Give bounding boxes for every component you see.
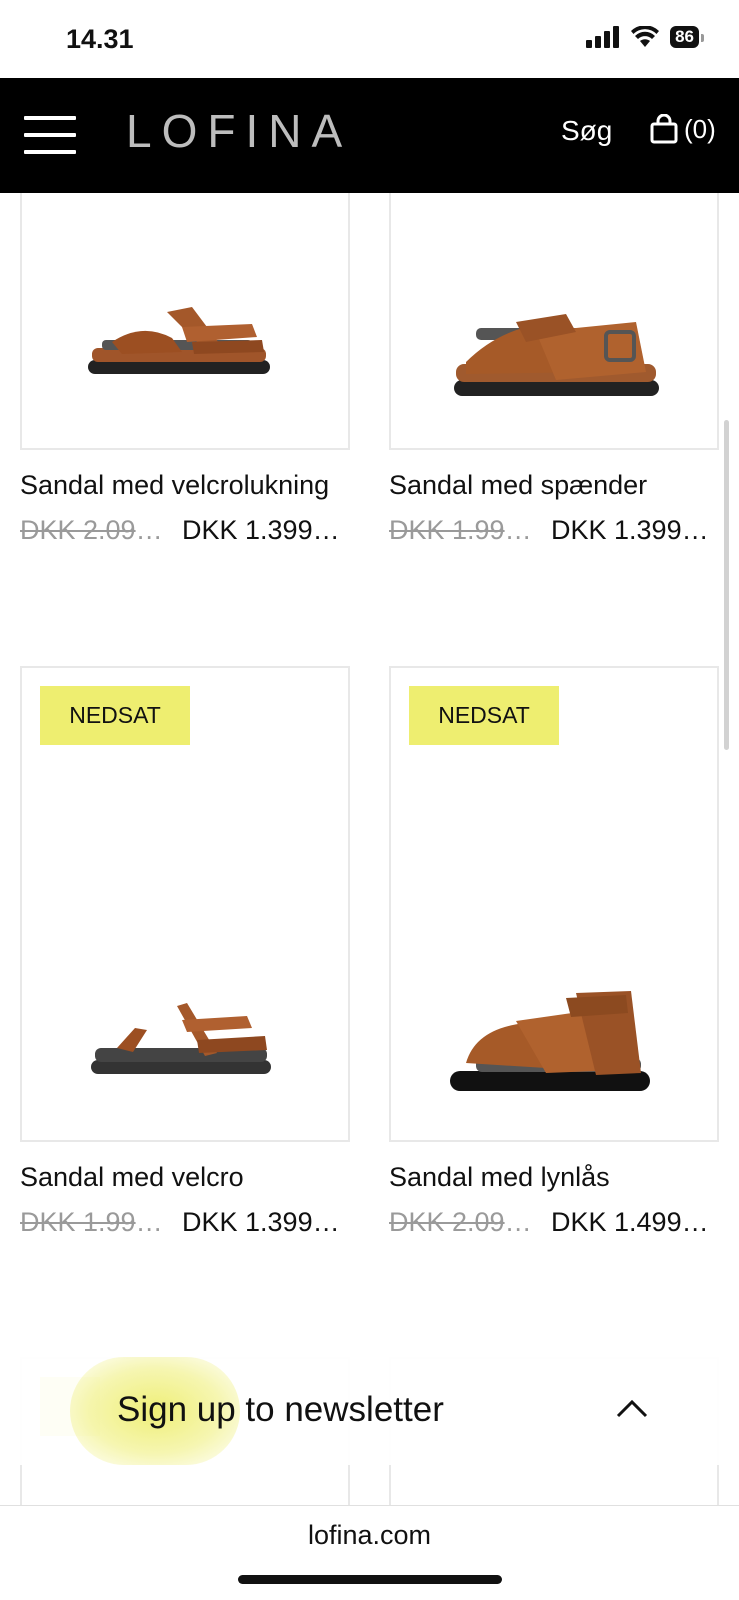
product-title[interactable]: Sandal med velcro	[20, 1162, 350, 1193]
product-card[interactable]: NEDSAT Sandal med lynlås DKK 2.099,00 DK…	[389, 666, 719, 1238]
cart-count: (0)	[684, 114, 716, 144]
old-price: DKK 1.999,00	[20, 1207, 174, 1237]
status-time: 14.31	[66, 24, 134, 54]
sandal-image	[454, 314, 659, 396]
url-text[interactable]: lofina.com	[0, 1520, 739, 1551]
browser-address-bar[interactable]: lofina.com	[0, 1505, 739, 1600]
status-icons: 86	[586, 26, 704, 48]
wifi-icon	[631, 26, 660, 47]
chevron-up-icon[interactable]	[615, 1397, 649, 1419]
site-header: LOFINA Søg (0)	[0, 78, 739, 193]
old-price: DKK 2.099,00	[20, 515, 174, 545]
product-image[interactable]: NEDSAT	[20, 666, 350, 1142]
product-prices: DKK 1.999,00 DKK 1.399,00	[20, 1207, 350, 1238]
product-image[interactable]	[20, 150, 350, 450]
product-title[interactable]: Sandal med spænder	[389, 470, 719, 501]
sale-price: DKK 1.399,00	[551, 515, 711, 545]
newsletter-label[interactable]: Sign up to newsletter	[117, 1390, 444, 1430]
signal-icon	[586, 26, 620, 48]
sale-price: DKK 1.399,00	[182, 1207, 342, 1237]
sale-badge: NEDSAT	[40, 686, 190, 745]
product-card[interactable]: Sandal med velcrolukning DKK 2.099,00 DK…	[20, 150, 350, 546]
shopping-bag-icon	[650, 114, 678, 144]
sandal-image	[91, 1003, 271, 1074]
newsletter-bar[interactable]: Sign up to newsletter	[20, 1357, 719, 1465]
sale-badge: NEDSAT	[409, 686, 559, 745]
product-title[interactable]: Sandal med velcrolukning	[20, 470, 350, 501]
old-price: DKK 1.999,00	[389, 515, 543, 545]
brand-logo[interactable]: LOFINA	[126, 104, 352, 158]
sandal-image	[450, 991, 650, 1091]
status-bar: 14.31 86	[0, 0, 739, 78]
battery-icon: 86	[670, 26, 704, 48]
sale-price: DKK 1.499,00	[551, 1207, 711, 1237]
home-indicator[interactable]	[238, 1575, 502, 1584]
product-image[interactable]: NEDSAT	[389, 666, 719, 1142]
old-price: DKK 2.099,00	[389, 1207, 543, 1237]
product-card[interactable]: Sandal med spænder DKK 1.999,00 DKK 1.39…	[389, 150, 719, 546]
product-prices: DKK 2.099,00 DKK 1.399,00	[20, 515, 350, 546]
menu-icon[interactable]	[24, 116, 76, 154]
product-card[interactable]: NEDSAT Sandal med velcro DKK 1.999,00 DK…	[20, 666, 350, 1238]
product-image[interactable]	[389, 150, 719, 450]
product-prices: DKK 1.999,00 DKK 1.399,00	[389, 515, 719, 546]
scrollbar[interactable]	[724, 420, 729, 750]
sale-price: DKK 1.399,00	[182, 515, 342, 545]
search-button[interactable]: Søg	[561, 115, 612, 147]
sandal-image	[88, 307, 270, 374]
cart-button[interactable]: (0)	[650, 114, 716, 145]
product-prices: DKK 2.099,00 DKK 1.499,00	[389, 1207, 719, 1238]
product-title[interactable]: Sandal med lynlås	[389, 1162, 719, 1193]
